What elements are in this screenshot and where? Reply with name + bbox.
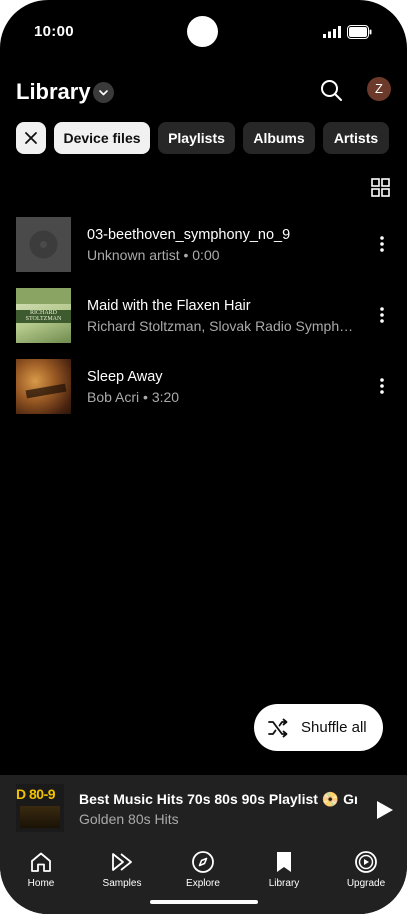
status-time: 10:00 [34,23,74,40]
track-title: 03-beethoven_symphony_no_9 [87,227,291,243]
more-vert-icon[interactable] [374,305,390,325]
nav-label: Library [268,878,300,889]
nav-library[interactable]: Library [249,850,319,896]
track-subtitle: Unknown artist • 0:00 [87,247,220,263]
nav-upgrade[interactable]: Upgrade [331,850,401,896]
shuffle-label: Shuffle all [301,719,367,736]
chevron-down-icon [99,90,108,96]
nav-samples[interactable]: Samples [87,850,157,896]
mini-player-thumbnail: D 80-9 [16,784,64,832]
library-icon [277,852,291,872]
upgrade-icon [355,851,377,873]
home-indicator[interactable] [150,900,258,904]
nav-label: Upgrade [346,878,386,889]
list-item[interactable]: RICHARD STOLTZMAN Maid with the Flaxen H… [0,288,407,344]
battery-icon [347,25,372,39]
chip-albums[interactable]: Albums [243,122,315,154]
clear-filter-button[interactable] [16,122,46,154]
nav-label: Explore [186,878,220,889]
list-item[interactable]: 03-beethoven_symphony_no_9 Unknown artis… [0,217,407,273]
camera-cutout [187,16,218,47]
avatar[interactable]: Z [367,77,391,101]
chip-artists[interactable]: Artists [323,122,389,154]
track-thumbnail: RICHARD STOLTZMAN [16,288,71,343]
filter-chips: Device files Playlists Albums Artists [0,122,407,154]
disc-icon [29,230,58,259]
shuffle-all-button[interactable]: Shuffle all [254,704,383,751]
search-icon[interactable] [320,79,342,101]
library-dropdown-button[interactable] [93,82,114,103]
shuffle-icon [268,718,288,738]
explore-icon [192,851,214,873]
play-icon[interactable] [373,799,395,821]
more-vert-icon[interactable] [374,376,390,396]
status-bar: 10:00 [0,0,407,62]
mini-player-title: Best Music Hits 70s 80s 90s Playlist 📀 G… [79,791,357,807]
home-icon [31,852,51,872]
nav-label: Home [27,878,55,889]
chip-device-files[interactable]: Device files [54,122,150,154]
track-thumbnail [16,359,71,414]
mini-player-subtitle: Golden 80s Hits [79,811,179,827]
more-vert-icon[interactable] [374,234,390,254]
mini-art-text: D 80-9 [16,786,56,802]
nav-label: Samples [102,878,142,889]
track-subtitle: Richard Stoltzman, Slovak Radio Symphony… [87,318,359,334]
samples-icon [112,853,132,871]
library-header: Library [0,72,407,112]
track-subtitle: Bob Acri • 3:20 [87,389,180,405]
track-title: Maid with the Flaxen Hair [87,298,251,314]
signal-icon [323,26,341,38]
grid-view-icon[interactable] [371,178,390,197]
track-thumbnail [16,217,71,272]
chip-playlists[interactable]: Playlists [158,122,235,154]
nav-explore[interactable]: Explore [168,850,238,896]
page-title: Library [16,79,91,104]
list-item[interactable]: Sleep Away Bob Acri • 3:20 [0,359,407,415]
track-title: Sleep Away [87,369,163,385]
album-art-text: RICHARD STOLTZMAN [25,310,62,322]
nav-home[interactable]: Home [6,850,76,896]
close-icon [25,132,37,144]
mini-player[interactable]: D 80-9 Best Music Hits 70s 80s 90s Playl… [0,775,407,842]
phone-screen: 10:00 Library Z Device files Playlists A… [0,0,407,914]
